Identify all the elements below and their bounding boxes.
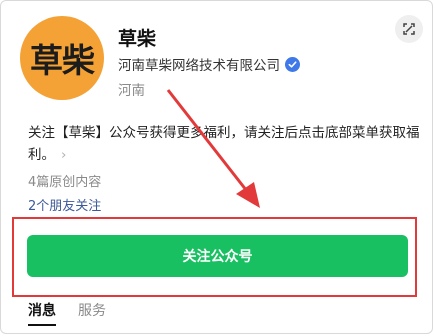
description-text: 关注【草柴】公众号获得更多福利，请关注后点击底部菜单获取福利。 bbox=[28, 125, 420, 163]
expand-icon bbox=[403, 23, 415, 35]
verified-check-icon bbox=[285, 56, 300, 72]
company-name: 河南草柴网络技术有限公司 bbox=[118, 58, 280, 74]
avatar-text: 草柴 bbox=[30, 41, 95, 80]
chevron-right-icon: › bbox=[61, 147, 67, 163]
account-name: 草柴 bbox=[118, 28, 157, 50]
tab-bar: 消息 服务 bbox=[28, 300, 128, 326]
account-description[interactable]: 关注【草柴】公众号获得更多福利，请关注后点击底部菜单获取福利。 › bbox=[28, 122, 423, 166]
expand-button[interactable] bbox=[395, 15, 423, 43]
tab-messages[interactable]: 消息 bbox=[28, 300, 56, 326]
follow-button[interactable]: 关注公众号 bbox=[27, 235, 408, 277]
friends-following-link[interactable]: 2个朋友关注 bbox=[28, 195, 101, 214]
company-line: 河南草柴网络技术有限公司 bbox=[118, 54, 300, 74]
original-articles-count: 4篇原创内容 bbox=[28, 175, 102, 190]
avatar[interactable]: 草柴 bbox=[20, 16, 104, 100]
region-label: 河南 bbox=[118, 83, 145, 99]
tab-services[interactable]: 服务 bbox=[78, 300, 106, 326]
